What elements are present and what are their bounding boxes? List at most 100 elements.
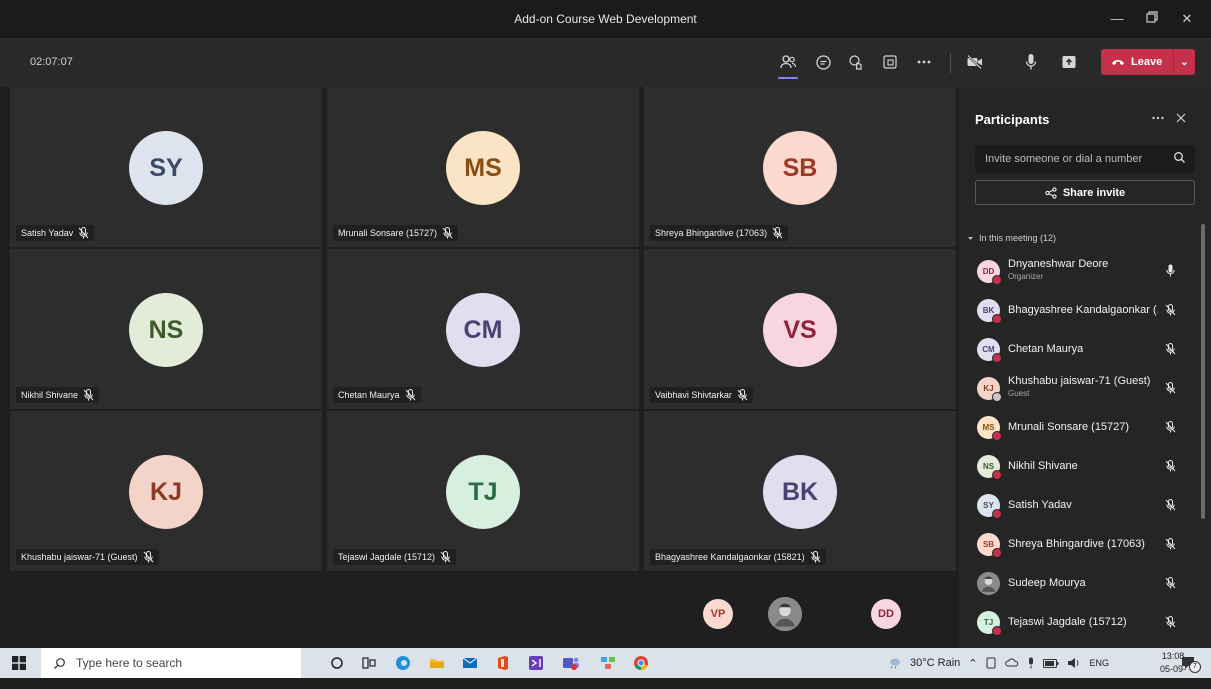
reactions-button[interactable] <box>843 49 869 75</box>
panel-close-button[interactable] <box>1175 111 1187 128</box>
task-view-button[interactable] <box>361 655 377 671</box>
leave-button[interactable]: Leave ⌄ <box>1101 49 1195 75</box>
share-content-button[interactable] <box>1056 49 1082 75</box>
search-icon[interactable] <box>1173 151 1186 164</box>
participant-avatar: SB <box>977 533 1002 558</box>
video-tile[interactable]: CM Chetan Maurya <box>327 249 639 409</box>
avatar-initials: DD <box>982 267 995 276</box>
mic-off-icon <box>1165 421 1176 433</box>
video-tile[interactable]: KJ Khushabu jaiswar-71 (Guest) <box>10 411 322 571</box>
mail-app[interactable] <box>462 655 478 671</box>
weather-text[interactable]: 30°C Rain <box>910 657 960 669</box>
participant-row[interactable]: DD Dnyaneshwar Deore Organizer <box>959 253 1199 292</box>
taskbar-search-box[interactable]: Type here to search <box>41 648 301 678</box>
people-icon <box>780 55 797 69</box>
avatar-initials: NS <box>982 462 995 471</box>
leave-options-chevron-icon[interactable]: ⌄ <box>1174 57 1195 68</box>
participant-name: Bhagyashree Kandalgaonkar (... <box>1008 304 1158 316</box>
participant-avatar: TJ <box>977 611 1002 636</box>
cortana-button[interactable] <box>329 655 345 671</box>
participant-mic-status <box>1165 459 1176 477</box>
onedrive-icon[interactable] <box>1005 658 1019 668</box>
meeting-toolbar: 02:07:07 Leave ⌄ <box>0 38 1211 87</box>
in-meeting-section-header[interactable]: In this meeting (12) <box>967 233 1056 243</box>
show-conversation-button[interactable] <box>810 49 836 75</box>
video-tile[interactable]: SB Shreya Bhingardive (17063) <box>644 87 956 247</box>
file-explorer-app[interactable] <box>429 655 445 671</box>
tray-app-icon[interactable] <box>985 657 997 669</box>
participant-row[interactable]: Sudeep Mourya <box>959 565 1199 604</box>
panel-more-button[interactable] <box>1151 111 1165 128</box>
chrome-icon <box>634 656 648 670</box>
tray-mic-icon[interactable] <box>1027 657 1035 669</box>
participant-list: DD Dnyaneshwar Deore Organizer BK Bhagyashre… <box>959 253 1199 643</box>
participant-row[interactable]: SB Shreya Bhingardive (17063) <box>959 526 1199 565</box>
video-tile[interactable]: VS Vaibhavi Shivtarkar <box>644 249 956 409</box>
profile-photo-icon <box>977 572 1000 595</box>
participant-name: Khushabu jaiswar-71 (Guest) <box>1008 375 1151 387</box>
tile-participant-name: Satish Yadav <box>21 228 74 238</box>
participant-row[interactable]: SY Satish Yadav <box>959 487 1199 526</box>
show-hidden-icons-chevron-icon[interactable]: ⌃ <box>968 657 977 670</box>
leave-main-button[interactable]: Leave <box>1101 56 1173 68</box>
participant-name: Shreya Bhingardive (17063) <box>1008 538 1145 550</box>
participant-row[interactable]: KJ Khushabu jaiswar-71 (Guest) Guest <box>959 370 1199 409</box>
input-language[interactable]: ENG <box>1089 658 1109 668</box>
share-invite-button[interactable]: Share invite <box>975 180 1195 205</box>
video-tile[interactable]: BK Bhagyashree Kandalgaonkar (15821) <box>644 411 956 571</box>
teams-app[interactable] <box>562 655 579 671</box>
show-participants-button[interactable] <box>775 49 801 79</box>
avatar-initials: KJ <box>150 477 182 506</box>
minimize-button[interactable]: — <box>1100 0 1134 38</box>
mic-off-icon <box>1165 460 1176 472</box>
more-actions-button[interactable] <box>911 49 937 75</box>
participant-row[interactable]: NS Nikhil Shivane <box>959 448 1199 487</box>
participant-row[interactable]: CM Chetan Maurya <box>959 331 1199 370</box>
video-tile[interactable]: SY Satish Yadav <box>10 87 322 247</box>
mic-toggle-button[interactable] <box>1018 49 1044 75</box>
mic-off-icon <box>1165 577 1176 589</box>
close-window-button[interactable]: ✕ <box>1170 0 1204 38</box>
microphone-icon <box>1166 264 1175 277</box>
avatar-initials: SY <box>149 153 183 182</box>
participant-avatar: NS <box>129 293 203 367</box>
presence-status-dot <box>992 548 1002 558</box>
panel-scrollbar[interactable] <box>1201 224 1205 519</box>
rooms-button[interactable] <box>877 49 903 75</box>
visual-studio-app[interactable] <box>528 655 544 671</box>
mic-off-icon <box>1165 343 1176 355</box>
video-tile[interactable]: TJ Tejaswi Jagdale (15712) <box>327 411 639 571</box>
overflow-participant-avatar[interactable]: VP <box>703 599 733 629</box>
overflow-participant-avatar[interactable] <box>768 597 802 631</box>
notifications-button[interactable]: 7 <box>1180 655 1201 673</box>
chrome-app[interactable] <box>633 655 649 671</box>
participant-row[interactable]: TJ Tejaswi Jagdale (15712) <box>959 604 1199 643</box>
participant-role: Guest <box>1008 389 1030 398</box>
window-title: Add-on Course Web Development <box>514 12 697 26</box>
battery-icon[interactable] <box>1043 658 1059 668</box>
participant-avatar: BK <box>763 455 837 529</box>
video-tile[interactable]: MS Mrunali Sonsare (15727) <box>327 87 639 247</box>
edge-app[interactable] <box>395 655 411 671</box>
camera-toggle-button[interactable] <box>962 49 988 75</box>
participant-avatar: SY <box>977 494 1002 519</box>
invite-input[interactable] <box>975 145 1195 173</box>
participant-avatar: CM <box>977 338 1002 363</box>
participant-row[interactable]: BK Bhagyashree Kandalgaonkar (... <box>959 292 1199 331</box>
start-button[interactable] <box>12 656 26 675</box>
mic-off-icon <box>1165 304 1176 316</box>
volume-icon[interactable] <box>1067 657 1081 669</box>
participant-mic-status <box>1165 342 1176 360</box>
presence-status-dot <box>992 314 1002 324</box>
office-app[interactable] <box>495 655 511 671</box>
maximize-button[interactable] <box>1135 0 1169 38</box>
overflow-participant-avatar[interactable]: DD <box>871 599 901 629</box>
tile-name-label: Nikhil Shivane <box>16 387 100 403</box>
tile-participant-name: Khushabu jaiswar-71 (Guest) <box>21 552 138 562</box>
video-tile[interactable]: NS Nikhil Shivane <box>10 249 322 409</box>
restore-icon <box>1146 11 1158 23</box>
chevron-down-icon <box>968 236 973 240</box>
participant-row[interactable]: MS Mrunali Sonsare (15727) <box>959 409 1199 448</box>
network-app[interactable] <box>600 655 616 671</box>
camera-off-icon <box>967 54 982 70</box>
